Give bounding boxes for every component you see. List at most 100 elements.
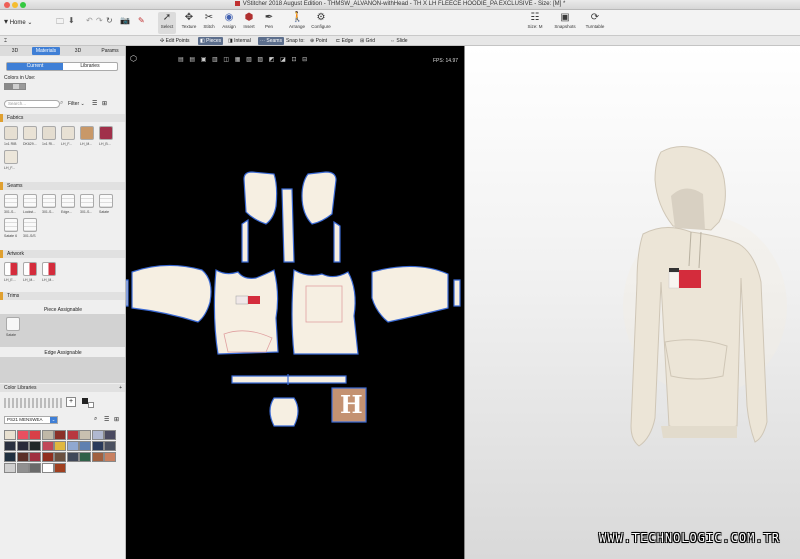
grid-view-icon[interactable]: ⊞	[102, 100, 107, 107]
color-swatch[interactable]	[54, 430, 66, 440]
color-swatch[interactable]	[29, 452, 41, 462]
folder-icon[interactable]: 🗀	[56, 16, 64, 30]
edit-points-toggle[interactable]: ✣ Edit Points	[158, 37, 192, 45]
seam-thumbnail[interactable]	[61, 194, 75, 208]
avatar-3d-viewport[interactable]: WWW.TECHNOLOGIC.COM.TR	[464, 46, 800, 559]
color-swatch[interactable]	[29, 463, 41, 473]
slide-toggle[interactable]: ⇔ Slide	[388, 37, 410, 45]
grid-view-icon[interactable]: ⊞	[114, 416, 119, 423]
internal-toggle[interactable]: ◨ Internal	[226, 37, 253, 45]
tab-params[interactable]: Params	[96, 47, 124, 55]
list-view-icon[interactable]: ☰	[92, 100, 97, 107]
color-swatch[interactable]	[54, 463, 66, 473]
pattern-2d-viewport[interactable]: ⬡ FPS: 14.97 ▤ ▤ ▣ ▥ ◫ ▦ ▧ ▨ ◩ ◪ ⊡ ⊟ H	[126, 46, 464, 559]
fabric-thumbnail[interactable]	[42, 126, 56, 140]
color-swatch[interactable]	[104, 430, 116, 440]
color-swatch[interactable]	[41, 441, 54, 451]
color-swatch[interactable]	[66, 452, 79, 462]
refresh-icon[interactable]: ↻	[106, 16, 113, 25]
seam-thumbnail[interactable]	[4, 218, 18, 232]
snapshots-button[interactable]: ▣ Snapshots	[554, 12, 575, 34]
undo-icon[interactable]: ↶	[86, 16, 93, 25]
snap-point-toggle[interactable]: ⊕ Point	[308, 37, 329, 45]
seam-thumbnail[interactable]	[42, 194, 56, 208]
fabric-thumbnail[interactable]	[99, 126, 113, 140]
add-library-icon[interactable]: +	[119, 384, 122, 392]
seam-thumbnail[interactable]	[99, 194, 113, 208]
color-swatch[interactable]	[16, 463, 29, 473]
tab-3d[interactable]: 3D	[2, 47, 28, 55]
color-slider[interactable]	[4, 398, 62, 408]
color-swatch[interactable]	[4, 430, 16, 440]
fabric-thumbnail[interactable]	[80, 126, 94, 140]
fabric-thumbnail[interactable]	[4, 126, 18, 140]
seam-thumbnail[interactable]	[80, 194, 94, 208]
color-swatch[interactable]	[16, 441, 29, 451]
color-swatch[interactable]	[4, 441, 16, 451]
arrange-tool[interactable]: 🚶 Arrange	[288, 12, 306, 34]
filter-dropdown[interactable]: Filter ⌄	[68, 101, 85, 107]
color-swatch[interactable]	[41, 463, 54, 473]
color-swatch[interactable]	[79, 441, 91, 451]
turntable-button[interactable]: ⟳ Turntable	[586, 12, 605, 34]
seams-section-header[interactable]: Seams	[0, 182, 125, 190]
save-icon[interactable]: ⬇	[68, 16, 75, 25]
tab-materials[interactable]: Materials	[32, 47, 60, 55]
artwork-section-header[interactable]: Artwork	[0, 250, 125, 258]
seam-thumbnail[interactable]	[4, 194, 18, 208]
color-swatch[interactable]	[4, 463, 16, 473]
color-swatch[interactable]	[54, 441, 66, 451]
color-swatch[interactable]	[16, 430, 29, 440]
colors-in-use-strip[interactable]	[4, 83, 26, 90]
size-selector[interactable]: ☷ Size: M	[526, 12, 544, 34]
fabric-thumbnail[interactable]	[23, 126, 37, 140]
stitch-tool[interactable]: ✂ Stitch	[200, 12, 218, 34]
color-swatch[interactable]	[79, 430, 91, 440]
fabric-thumbnail[interactable]	[61, 126, 75, 140]
home-button[interactable]: ▾ Home ⌄	[4, 16, 32, 28]
pen-tool[interactable]: ✒ Pen	[260, 12, 278, 34]
library-select[interactable]: PS21 MENSWEA ⌄	[4, 416, 58, 424]
subtab-libraries[interactable]: Libraries	[63, 63, 117, 70]
color-swatch[interactable]	[104, 441, 116, 451]
color-swatch[interactable]	[79, 452, 91, 462]
select-tool[interactable]: ➚ Select	[158, 12, 176, 34]
trims-section-header[interactable]: Trims	[0, 292, 125, 300]
artwork-thumbnail[interactable]	[42, 262, 56, 276]
color-swatch[interactable]	[66, 441, 79, 451]
color-swatch[interactable]	[104, 452, 116, 462]
search-color-icon[interactable]: ⌕	[94, 416, 97, 423]
redo-icon[interactable]: ↷	[96, 16, 103, 25]
seams-toggle[interactable]: ⋯ Seams	[258, 37, 284, 45]
artwork-thumbnail[interactable]	[23, 262, 37, 276]
color-swatch[interactable]	[16, 452, 29, 462]
color-swatch[interactable]	[91, 452, 104, 462]
color-swatch[interactable]	[91, 441, 104, 451]
texture-tool[interactable]: ✥ Texture	[180, 12, 198, 34]
color-swatch[interactable]	[41, 430, 54, 440]
artwork-thumbnail[interactable]	[4, 262, 18, 276]
list-view-icon[interactable]: ☰	[104, 416, 109, 423]
insert-tool[interactable]: ⬢ Insert	[240, 12, 258, 34]
fabric-thumbnail[interactable]	[4, 150, 18, 164]
camera-icon[interactable]: 📷	[120, 16, 130, 25]
brush-icon[interactable]: ✎	[138, 16, 145, 25]
color-swatch[interactable]	[41, 452, 54, 462]
fabrics-section-header[interactable]: Fabrics	[0, 114, 125, 122]
snap-edge-toggle[interactable]: ⊏ Edge	[334, 37, 355, 45]
color-swatch[interactable]	[91, 430, 104, 440]
seam-thumbnail[interactable]	[23, 218, 37, 232]
color-swatch[interactable]	[4, 452, 16, 462]
snap-grid-toggle[interactable]: ⊞ Grid	[358, 37, 377, 45]
seam-thumbnail[interactable]	[23, 194, 37, 208]
pieces-toggle[interactable]: ◧ Pieces	[198, 37, 224, 45]
color-swatch[interactable]	[29, 441, 41, 451]
subtab-current[interactable]: Current	[7, 63, 63, 70]
search-input[interactable]: Search...	[4, 100, 60, 108]
color-swatch[interactable]	[29, 430, 41, 440]
configure-tool[interactable]: ⚙ Configure	[311, 12, 331, 34]
trim-thumbnail[interactable]	[6, 317, 20, 331]
white-swatch[interactable]	[88, 402, 94, 408]
color-libraries-header[interactable]: Color Libraries +	[0, 384, 125, 392]
tab-3d-secondary[interactable]: 3D	[64, 47, 92, 55]
